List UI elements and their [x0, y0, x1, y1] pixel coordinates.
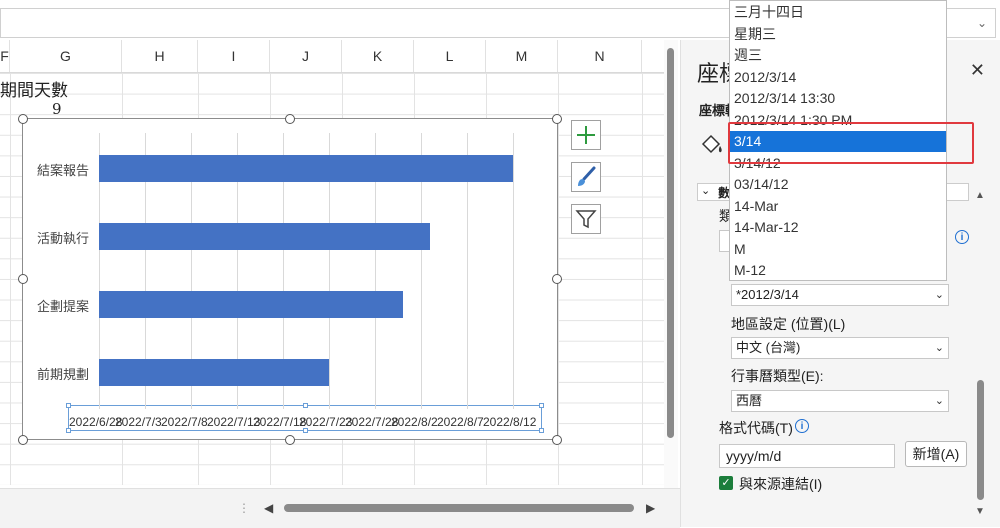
- chevron-down-icon[interactable]: ⌄: [977, 16, 987, 30]
- resize-handle[interactable]: [18, 435, 28, 445]
- x-tick-label: 2022/8/7: [437, 415, 484, 429]
- x-tick-label: 2022/7/3: [115, 415, 162, 429]
- scrollbar-thumb[interactable]: [284, 504, 634, 512]
- type-select[interactable]: *2012/3/14 ⌄: [731, 284, 949, 306]
- chevron-down-icon: ⌄: [934, 395, 944, 407]
- scroll-up-icon[interactable]: ▲: [975, 190, 985, 201]
- add-button[interactable]: 新增(A): [905, 441, 967, 467]
- x-tick-label: 2022/8/12: [483, 415, 537, 429]
- column-header[interactable]: J: [270, 40, 342, 72]
- scroll-right-icon[interactable]: ▶: [646, 501, 655, 515]
- resize-handle[interactable]: [18, 114, 28, 124]
- axis-handle[interactable]: [66, 403, 71, 408]
- dropdown-option[interactable]: 14-Mar-12: [730, 217, 946, 238]
- link-to-source-checkbox[interactable]: ✓: [719, 476, 733, 490]
- info-icon[interactable]: i: [795, 419, 809, 433]
- splitter-icon[interactable]: ⋮: [238, 501, 250, 515]
- bar[interactable]: [99, 155, 513, 182]
- dropdown-option[interactable]: 三月十四日: [730, 2, 946, 23]
- x-tick-label: 2022/7/8: [161, 415, 208, 429]
- column-header-row: F G H I J K L M N: [0, 40, 664, 73]
- resize-handle[interactable]: [18, 274, 28, 284]
- cell-title[interactable]: 期間天數: [0, 76, 68, 101]
- cell-number[interactable]: 9: [52, 100, 62, 118]
- column-header[interactable]: N: [558, 40, 642, 72]
- resize-handle[interactable]: [285, 114, 295, 124]
- pane-scrollbar-thumb[interactable]: [977, 380, 984, 500]
- dropdown-option[interactable]: 週三: [730, 45, 946, 66]
- calendar-label: 行事曆類型(E):: [731, 368, 824, 384]
- category-label: 前期規劃: [36, 367, 89, 382]
- highlight-annotation: [728, 122, 974, 164]
- x-tick-label: 2022/8/2: [391, 415, 438, 429]
- format-code-label: 格式代碼(T): [719, 420, 793, 436]
- calendar-select[interactable]: 西曆 ⌄: [731, 390, 949, 412]
- scroll-down-icon[interactable]: ▼: [975, 506, 985, 517]
- dropdown-option[interactable]: 2012/3/14 13:30: [730, 88, 946, 109]
- dropdown-option[interactable]: M-12: [730, 260, 946, 280]
- column-header[interactable]: I: [198, 40, 270, 72]
- sheet-bottom-bar: ⋮ ◀ ▶: [0, 488, 680, 528]
- column-header[interactable]: L: [414, 40, 486, 72]
- horizontal-scrollbar[interactable]: ◀ ▶: [262, 499, 660, 517]
- resize-handle[interactable]: [552, 435, 562, 445]
- dropdown-option[interactable]: 14-Mar: [730, 196, 946, 217]
- bar[interactable]: [99, 359, 329, 386]
- dropdown-option[interactable]: 03/14/12: [730, 174, 946, 195]
- vertical-scrollbar[interactable]: [664, 40, 678, 490]
- resize-handle[interactable]: [552, 114, 562, 124]
- chevron-down-icon: ⌄: [701, 185, 711, 197]
- axis-handle[interactable]: [539, 428, 544, 433]
- chevron-down-icon: ⌄: [934, 289, 944, 301]
- close-icon[interactable]: ✕: [970, 60, 985, 81]
- column-header[interactable]: G: [10, 40, 122, 72]
- type-select-value: *2012/3/14: [736, 287, 799, 302]
- locale-select[interactable]: 中文 (台灣) ⌄: [731, 337, 949, 359]
- chart-elements-button[interactable]: [571, 120, 601, 150]
- locale-value: 中文 (台灣): [736, 340, 801, 355]
- filter-icon: [575, 210, 597, 229]
- category-label: 活動執行: [36, 231, 89, 246]
- plus-icon: [577, 126, 595, 144]
- dropdown-option[interactable]: M: [730, 239, 946, 260]
- info-icon[interactable]: i: [955, 230, 969, 244]
- category-label: 企劃提案: [36, 299, 89, 314]
- category-label: 結案報告: [36, 163, 89, 178]
- chart-filters-button[interactable]: [571, 204, 601, 234]
- locale-label: 地區設定 (位置)(L): [731, 316, 846, 332]
- column-header[interactable]: H: [122, 40, 198, 72]
- brush-icon: [578, 166, 596, 186]
- resize-handle[interactable]: [552, 274, 562, 284]
- fill-line-icon[interactable]: [699, 132, 725, 158]
- axis-handle[interactable]: [539, 403, 544, 408]
- column-header[interactable]: K: [342, 40, 414, 72]
- format-code-input[interactable]: yyyy/m/d: [719, 444, 895, 468]
- calendar-value: 西曆: [736, 393, 763, 408]
- bar[interactable]: [99, 291, 403, 318]
- scrollbar-thumb[interactable]: [667, 48, 674, 438]
- dropdown-option[interactable]: 星期三: [730, 24, 946, 45]
- resize-handle[interactable]: [285, 435, 295, 445]
- column-header[interactable]: F: [0, 40, 10, 72]
- gantt-chart[interactable]: 結案報告 活動執行 企劃提案 前期規劃 2022/6/28 2022/7/3 2022/7/…: [22, 118, 558, 440]
- chart-styles-button[interactable]: [571, 162, 601, 192]
- dropdown-option[interactable]: 2012/3/14: [730, 67, 946, 88]
- bar[interactable]: [99, 223, 431, 250]
- link-to-source-label[interactable]: 與來源連結(I): [739, 474, 822, 494]
- chevron-down-icon: ⌄: [934, 342, 944, 354]
- axis-handle[interactable]: [303, 403, 308, 408]
- scroll-left-icon[interactable]: ◀: [264, 501, 273, 515]
- column-header[interactable]: M: [486, 40, 558, 72]
